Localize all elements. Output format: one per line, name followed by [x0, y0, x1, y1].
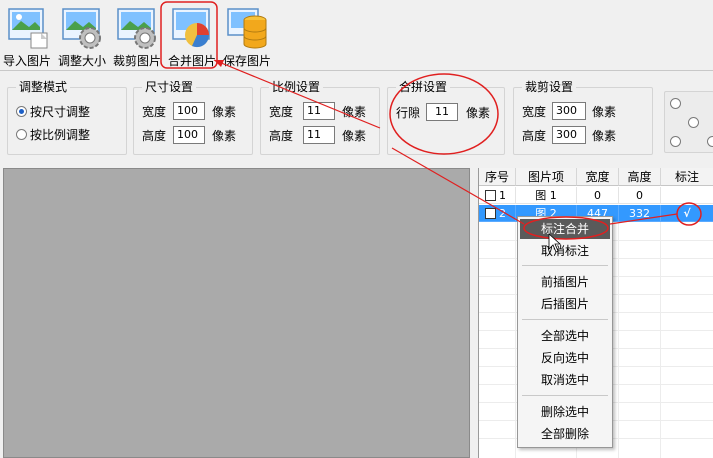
size-height-unit: 像素	[212, 129, 237, 143]
crop-height-unit: 像素	[592, 129, 617, 143]
row-mark	[661, 187, 713, 204]
merge-settings-group: 合拼设置 行隙 11 像素	[387, 79, 505, 155]
row-width: 0	[577, 187, 619, 204]
anchor-center-radio[interactable]	[688, 117, 699, 128]
import-image-icon	[8, 8, 48, 49]
image-preview-area[interactable]	[3, 168, 470, 458]
col-header-width[interactable]: 宽度	[577, 168, 619, 186]
ratio-width-unit: 像素	[342, 105, 367, 119]
merge-gap-label: 行隙	[396, 106, 421, 120]
save-image-label: 保存图片	[222, 54, 271, 68]
import-image-label: 导入图片	[2, 54, 51, 68]
col-header-index[interactable]: 序号	[479, 168, 516, 186]
crop-width-input[interactable]: 300	[552, 102, 586, 120]
ratio-width-label: 宽度	[269, 105, 294, 119]
size-width-input[interactable]: 100	[173, 102, 205, 120]
anchor-top-left-radio[interactable]	[670, 98, 681, 109]
crop-height-label: 高度	[522, 129, 547, 143]
row-mark: √	[661, 205, 713, 222]
row-height: 332	[619, 205, 661, 222]
menu-item-deselect[interactable]: 取消选中	[520, 370, 610, 390]
crop-settings-group: 裁剪设置 宽度 300 像素 高度 300 像素	[513, 79, 653, 155]
crop-height-input[interactable]: 300	[552, 126, 586, 144]
radio-by-ratio[interactable]	[16, 129, 27, 140]
context-menu: 标注合并 取消标注 前插图片 后插图片 全部选中 反向选中 取消选中 删除选中 …	[517, 216, 613, 448]
menu-separator	[522, 265, 608, 266]
ratio-height-unit: 像素	[342, 129, 367, 143]
size-height-input[interactable]: 100	[173, 126, 205, 144]
save-database-icon	[227, 8, 267, 49]
size-width-label: 宽度	[142, 105, 167, 119]
menu-item-delete-all[interactable]: 全部删除	[520, 424, 610, 444]
size-width-unit: 像素	[212, 105, 237, 119]
adjust-mode-title: 调整模式	[16, 79, 71, 95]
row-checkbox[interactable]	[485, 208, 496, 219]
import-image-button[interactable]: 导入图片	[0, 3, 54, 68]
resize-button[interactable]: 调整大小	[55, 3, 109, 68]
crop-gear-icon	[117, 8, 156, 49]
save-image-button[interactable]: 保存图片	[220, 3, 274, 68]
col-header-name[interactable]: 图片项	[516, 168, 577, 186]
crop-width-unit: 像素	[592, 105, 617, 119]
merge-settings-title: 合拼设置	[396, 79, 451, 95]
menu-item-mark-merge[interactable]: 标注合并	[520, 219, 610, 239]
toolbar: 导入图片 调整大小 裁剪图片 合并图片 保存图片	[0, 0, 713, 70]
row-index: 1	[499, 189, 506, 202]
app-window: 导入图片 调整大小 裁剪图片 合并图片 保存图片 调整模式 按尺寸调整 按比例调…	[0, 0, 713, 458]
menu-item-delete-selected[interactable]: 删除选中	[520, 402, 610, 422]
anchor-bottom-left-radio[interactable]	[670, 136, 681, 147]
menu-item-select-all[interactable]: 全部选中	[520, 326, 610, 346]
radio-by-ratio-label[interactable]: 按比例调整	[30, 127, 90, 143]
resize-gear-icon	[62, 8, 101, 49]
ratio-height-input[interactable]: 11	[303, 126, 335, 144]
merge-gap-input[interactable]: 11	[426, 103, 458, 121]
menu-item-insert-before[interactable]: 前插图片	[520, 272, 610, 292]
settings-panel: 调整模式 按尺寸调整 按比例调整 尺寸设置 宽度 100 像素 高度 100 像…	[0, 71, 713, 163]
menu-item-insert-after[interactable]: 后插图片	[520, 294, 610, 314]
menu-separator	[522, 395, 608, 396]
col-header-height[interactable]: 高度	[619, 168, 661, 186]
merge-gap-unit: 像素	[466, 106, 491, 120]
size-height-label: 高度	[142, 129, 167, 143]
resize-label: 调整大小	[57, 54, 106, 68]
row-index: 2	[499, 207, 506, 220]
row-name: 图 1	[516, 187, 577, 204]
merge-image-label: 合并图片	[167, 54, 216, 68]
menu-item-invert-selection[interactable]: 反向选中	[520, 348, 610, 368]
ratio-width-input[interactable]: 11	[303, 102, 335, 120]
radio-by-size-label[interactable]: 按尺寸调整	[30, 104, 90, 120]
crop-label: 裁剪图片	[112, 54, 161, 68]
merge-pie-icon	[172, 8, 210, 48]
ratio-settings-group: 比例设置 宽度 11 像素 高度 11 像素	[260, 79, 380, 155]
crop-anchor-group	[664, 91, 713, 153]
row-checkbox[interactable]	[485, 190, 496, 201]
row-height: 0	[619, 187, 661, 204]
adjust-mode-group: 调整模式 按尺寸调整 按比例调整	[7, 79, 127, 155]
crop-button[interactable]: 裁剪图片	[110, 3, 164, 68]
menu-separator	[522, 319, 608, 320]
anchor-bottom-right-radio[interactable]	[707, 136, 713, 147]
menu-item-unmark[interactable]: 取消标注	[520, 241, 610, 261]
ratio-settings-title: 比例设置	[269, 79, 324, 95]
ratio-height-label: 高度	[269, 129, 294, 143]
crop-settings-title: 裁剪设置	[522, 79, 577, 95]
size-settings-group: 尺寸设置 宽度 100 像素 高度 100 像素	[133, 79, 253, 155]
merge-image-button[interactable]: 合并图片	[165, 3, 219, 68]
crop-width-label: 宽度	[522, 105, 547, 119]
size-settings-title: 尺寸设置	[142, 79, 197, 95]
table-row[interactable]: 1 图 1 0 0	[479, 187, 713, 204]
radio-by-size[interactable]	[16, 106, 27, 117]
col-header-mark[interactable]: 标注	[661, 168, 713, 186]
